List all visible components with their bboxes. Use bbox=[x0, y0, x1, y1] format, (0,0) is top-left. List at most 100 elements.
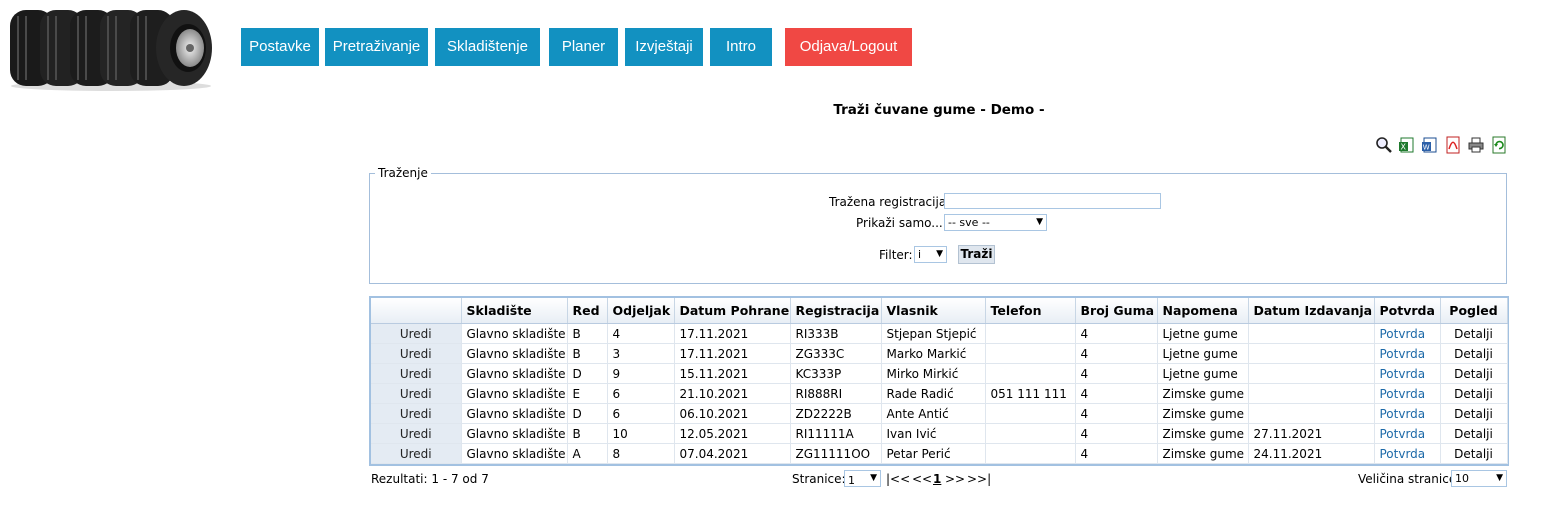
excel-export-icon[interactable]: X bbox=[1398, 136, 1416, 154]
cell-registracija: RI11111A bbox=[790, 423, 882, 444]
row-detalji-link[interactable]: Detalji bbox=[1440, 443, 1508, 464]
nav-skladistenje-button[interactable]: Skladištenje bbox=[435, 28, 540, 66]
row-potvrda-link[interactable]: Potvrda bbox=[1374, 363, 1441, 384]
chevron-down-icon: ▼ bbox=[870, 473, 877, 483]
cell-odjeljak: 8 bbox=[607, 443, 675, 464]
cell-odjeljak: 9 bbox=[607, 363, 675, 384]
cell-datum-izdavanja bbox=[1248, 323, 1375, 344]
cell-red: B bbox=[567, 423, 608, 444]
table-row: Uredi Glavno skladište A 8 07.04.2021 ZG11111… bbox=[371, 443, 1508, 464]
cell-vlasnik: Ivan Ivić bbox=[881, 423, 986, 444]
column-header-datum-izdavanja[interactable]: Datum Izdavanja bbox=[1248, 298, 1375, 324]
search-submit-button[interactable]: Traži bbox=[958, 245, 995, 264]
registration-input[interactable] bbox=[944, 193, 1161, 209]
nav-pretrazivanje-button[interactable]: Pretraživanje bbox=[325, 28, 428, 66]
row-detalji-link[interactable]: Detalji bbox=[1440, 343, 1508, 364]
results-count: Rezultati: 1 - 7 od 7 bbox=[371, 472, 489, 486]
filter-select[interactable]: i ▼ bbox=[914, 246, 947, 263]
column-header-napomena[interactable]: Napomena bbox=[1157, 298, 1249, 324]
column-header-edit bbox=[371, 298, 462, 324]
nav-intro-button[interactable]: Intro bbox=[710, 28, 772, 66]
cell-skladiste: Glavno skladište bbox=[461, 343, 568, 364]
cell-vlasnik: Mirko Mirkić bbox=[881, 363, 986, 384]
pdf-export-icon[interactable] bbox=[1444, 136, 1462, 154]
svg-text:W: W bbox=[1423, 144, 1430, 152]
row-potvrda-link[interactable]: Potvrda bbox=[1374, 443, 1441, 464]
cell-broj-guma: 4 bbox=[1075, 323, 1158, 344]
cell-napomena: Zimske gume bbox=[1157, 423, 1249, 444]
print-icon[interactable] bbox=[1467, 136, 1485, 154]
row-edit-link[interactable]: Uredi bbox=[371, 363, 462, 384]
column-header-red[interactable]: Red bbox=[567, 298, 608, 324]
table-row: Uredi Glavno skladište B 3 17.11.2021 ZG333C M… bbox=[371, 343, 1508, 364]
cell-odjeljak: 10 bbox=[607, 423, 675, 444]
cell-skladiste: Glavno skladište bbox=[461, 403, 568, 424]
column-header-skladiste[interactable]: Skladište bbox=[461, 298, 568, 324]
column-header-datum-pohrane[interactable]: Datum Pohrane bbox=[674, 298, 791, 324]
cell-telefon bbox=[985, 323, 1076, 344]
cell-napomena: Ljetne gume bbox=[1157, 343, 1249, 364]
row-edit-link[interactable]: Uredi bbox=[371, 423, 462, 444]
row-detalji-link[interactable]: Detalji bbox=[1440, 323, 1508, 344]
table-row: Uredi Glavno skladište E 6 21.10.2021 RI888RI… bbox=[371, 383, 1508, 404]
cell-datum-izdavanja bbox=[1248, 383, 1375, 404]
cell-datum-pohrane: 21.10.2021 bbox=[674, 383, 791, 404]
show-only-select[interactable]: -- sve -- ▼ bbox=[944, 214, 1047, 231]
logout-button[interactable]: Odjava/Logout bbox=[785, 28, 912, 66]
row-potvrda-link[interactable]: Potvrda bbox=[1374, 343, 1441, 364]
show-only-label: Prikaži samo... bbox=[856, 216, 943, 230]
cell-datum-izdavanja: 27.11.2021 bbox=[1248, 423, 1375, 444]
cell-datum-izdavanja bbox=[1248, 343, 1375, 364]
nav-izvjestaji-button[interactable]: Izvještaji bbox=[625, 28, 703, 66]
chevron-down-icon: ▼ bbox=[936, 249, 943, 259]
cell-telefon bbox=[985, 443, 1076, 464]
row-edit-link[interactable]: Uredi bbox=[371, 323, 462, 344]
nav-planer-button[interactable]: Planer bbox=[549, 28, 618, 66]
row-detalji-link[interactable]: Detalji bbox=[1440, 383, 1508, 404]
refresh-icon[interactable] bbox=[1490, 136, 1508, 154]
row-potvrda-link[interactable]: Potvrda bbox=[1374, 403, 1441, 424]
cell-red: D bbox=[567, 403, 608, 424]
row-edit-link[interactable]: Uredi bbox=[371, 403, 462, 424]
grid-header-row: Skladište Red Odjeljak Datum Pohrane Reg… bbox=[371, 298, 1508, 324]
cell-vlasnik: Marko Markić bbox=[881, 343, 986, 364]
cell-napomena: Zimske gume bbox=[1157, 443, 1249, 464]
row-edit-link[interactable]: Uredi bbox=[371, 383, 462, 404]
row-detalji-link[interactable]: Detalji bbox=[1440, 363, 1508, 384]
column-header-potvrda[interactable]: Potvrda bbox=[1374, 298, 1441, 324]
cell-skladiste: Glavno skladište bbox=[461, 363, 568, 384]
row-detalji-link[interactable]: Detalji bbox=[1440, 423, 1508, 444]
column-header-registracija[interactable]: Registracija bbox=[790, 298, 882, 324]
pager-last-link[interactable]: >>| bbox=[967, 472, 991, 486]
cell-red: A bbox=[567, 443, 608, 464]
pager-prev-link[interactable]: << bbox=[912, 472, 932, 486]
cell-registracija: ZG11111OO bbox=[790, 443, 882, 464]
cell-vlasnik: Stjepan Stjepić bbox=[881, 323, 986, 344]
row-potvrda-link[interactable]: Potvrda bbox=[1374, 423, 1441, 444]
column-header-pogled[interactable]: Pogled bbox=[1440, 298, 1508, 324]
row-potvrda-link[interactable]: Potvrda bbox=[1374, 383, 1441, 404]
pager-next-link[interactable]: >> bbox=[945, 472, 965, 486]
pager-first-link[interactable]: |<< bbox=[886, 472, 910, 486]
filter-value: i bbox=[918, 248, 922, 261]
column-header-telefon[interactable]: Telefon bbox=[985, 298, 1076, 324]
nav-postavke-button[interactable]: Postavke bbox=[241, 28, 319, 66]
cell-telefon bbox=[985, 423, 1076, 444]
svg-text:X: X bbox=[1401, 143, 1407, 152]
column-header-odjeljak[interactable]: Odjeljak bbox=[607, 298, 675, 324]
row-detalji-link[interactable]: Detalji bbox=[1440, 403, 1508, 424]
cell-napomena: Ljetne gume bbox=[1157, 363, 1249, 384]
search-icon[interactable] bbox=[1375, 136, 1393, 154]
cell-skladiste: Glavno skladište bbox=[461, 423, 568, 444]
pager-current-page[interactable]: 1 bbox=[933, 472, 941, 486]
row-potvrda-link[interactable]: Potvrda bbox=[1374, 323, 1441, 344]
page-size-select[interactable]: 10 ▼ bbox=[1451, 470, 1507, 487]
column-header-vlasnik[interactable]: Vlasnik bbox=[881, 298, 986, 324]
cell-datum-pohrane: 17.11.2021 bbox=[674, 343, 791, 364]
word-export-icon[interactable]: W bbox=[1421, 136, 1439, 154]
row-edit-link[interactable]: Uredi bbox=[371, 443, 462, 464]
column-header-broj-guma[interactable]: Broj Guma bbox=[1075, 298, 1158, 324]
row-edit-link[interactable]: Uredi bbox=[371, 343, 462, 364]
table-row: Uredi Glavno skladište B 4 17.11.2021 RI333B S… bbox=[371, 323, 1508, 344]
page-select[interactable]: 1 ▼ bbox=[844, 470, 881, 487]
